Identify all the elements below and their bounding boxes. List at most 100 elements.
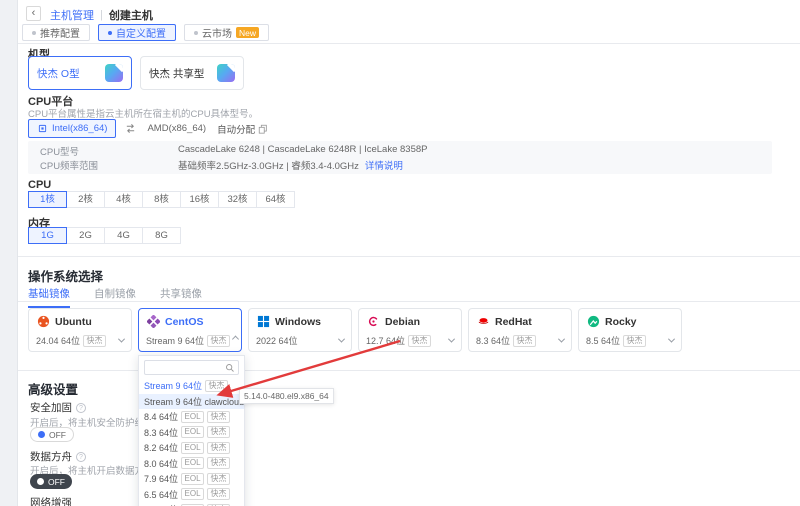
divider (18, 370, 800, 371)
dropdown-item-stream9[interactable]: Stream 9 64位 快杰 (139, 378, 244, 394)
data-ark-label: 数据方舟? (30, 449, 86, 464)
security-hardening-toggle[interactable]: OFF (30, 427, 74, 442)
mem-option-2g[interactable]: 2G (66, 227, 105, 244)
tab-custom-config[interactable]: 自定义配置 (98, 24, 176, 41)
os-version-select[interactable]: 2022 64位 (256, 334, 344, 347)
cpu-platform-desc: CPU平台属性是指云主机所在宿主机的CPU具体型号。 (28, 106, 258, 120)
os-card-ubuntu[interactable]: Ubuntu 24.04 64位 快杰 (28, 308, 132, 352)
tab-custom-image[interactable]: 自制镜像 (94, 286, 136, 308)
os-card-windows[interactable]: Windows 2022 64位 (248, 308, 352, 352)
windows-logo-icon (257, 315, 270, 328)
dropdown-item-8-2[interactable]: 8.2 64位 EOL 快杰 (139, 440, 244, 456)
core-option-2[interactable]: 2核 (66, 191, 105, 208)
chevron-down-icon (668, 336, 675, 343)
rocky-logo-icon (587, 315, 600, 328)
advanced-section-title: 高级设置 (28, 379, 78, 398)
chevron-up-icon (232, 336, 239, 343)
dropdown-item-8-3[interactable]: 8.3 64位 EOL 快杰 (139, 425, 244, 441)
left-gutter (0, 0, 18, 506)
kuaijie-tag: 快杰 (207, 335, 230, 347)
help-icon[interactable]: ? (76, 452, 86, 462)
tab-dot-icon (194, 31, 198, 35)
kuaijie-tag: 快杰 (513, 335, 536, 347)
dropdown-item-8-0[interactable]: 8.0 64位 EOL 快杰 (139, 456, 244, 472)
detail-link[interactable]: 详情说明 (365, 158, 403, 172)
mem-option-4g[interactable]: 4G (104, 227, 143, 244)
os-card-redhat[interactable]: RedHat 8.3 64位 快杰 (468, 308, 572, 352)
toggle-dot-icon (37, 478, 44, 485)
os-version-select[interactable]: Stream 9 64位 快杰 (146, 334, 234, 347)
data-ark-toggle[interactable]: OFF (30, 474, 72, 489)
tab-recommended-config[interactable]: 推荐配置 (22, 24, 90, 41)
os-section-title: 操作系统选择 (28, 266, 103, 285)
os-version-select[interactable]: 8.5 64位 快杰 (586, 334, 674, 347)
os-card-debian[interactable]: Debian 12.7 64位 快杰 (358, 308, 462, 352)
divider (18, 301, 800, 302)
os-version-select[interactable]: 12.7 64位 快杰 (366, 334, 454, 347)
divider (18, 43, 800, 44)
switch-platform-icon (125, 123, 136, 134)
breadcrumb: 主机管理 | 创建主机 (50, 7, 153, 23)
kernel-version-tooltip: 5.14.0-480.el9.x86_64 (239, 388, 334, 404)
core-option-1[interactable]: 1核 (28, 191, 67, 208)
dropdown-item-7-9[interactable]: 7.9 64位 EOL 快杰 (139, 471, 244, 487)
tab-shared-image[interactable]: 共享镜像 (160, 286, 202, 308)
cpu-model-value: CascadeLake 6248 | CascadeLake 6248R | I… (178, 144, 427, 158)
chevron-down-icon (338, 336, 345, 343)
cpu-cores-label: CPU (28, 179, 51, 191)
chevron-down-icon (448, 336, 455, 343)
kuaijie-logo-icon (217, 64, 235, 82)
cpu-chip-icon (37, 123, 48, 134)
dropdown-item-6-4[interactable]: 6.4 64位 EOL 快杰 (139, 502, 244, 506)
dropdown-item-8-4[interactable]: 8.4 64位 EOL 快杰 (139, 409, 244, 425)
os-version-dropdown: Stream 9 64位 快杰 Stream 9 64位 clawcloud 快… (138, 355, 245, 506)
cpu-freq-label: CPU频率范围 (40, 158, 178, 172)
core-option-64[interactable]: 64核 (256, 191, 295, 208)
machine-card-kuaijie-o[interactable]: 快杰 O型 (28, 56, 132, 90)
tab-cloud-market[interactable]: 云市场 New (184, 24, 269, 41)
help-icon[interactable]: ? (76, 403, 86, 413)
chevron-down-icon (118, 336, 125, 343)
os-card-centos[interactable]: CentOS Stream 9 64位 快杰 (138, 308, 242, 352)
dropdown-item-6-5[interactable]: 6.5 64位 EOL 快杰 (139, 487, 244, 503)
mem-option-8g[interactable]: 8G (142, 227, 181, 244)
redhat-logo-icon (477, 315, 490, 328)
auto-assign-link[interactable]: 自动分配 (217, 122, 268, 136)
os-version-select[interactable]: 24.04 64位 快杰 (36, 334, 124, 347)
machine-card-kuaijie-shared[interactable]: 快杰 共享型 (140, 56, 244, 90)
cpu-platform-options: Intel(x86_64) AMD(x86_64) 自动分配 (28, 119, 268, 138)
platform-amd-button[interactable]: AMD(x86_64) (145, 119, 208, 138)
tab-dot-icon (32, 31, 36, 35)
kuaijie-tag: 快杰 (83, 335, 106, 347)
ubuntu-logo-icon (37, 315, 50, 328)
breadcrumb-host-management[interactable]: 主机管理 (50, 7, 94, 23)
back-button[interactable]: ‹ (26, 6, 41, 21)
centos-logo-icon (147, 315, 160, 328)
core-option-32[interactable]: 32核 (218, 191, 257, 208)
page-title: 创建主机 (109, 7, 153, 23)
divider (18, 256, 800, 257)
mem-option-1g[interactable]: 1G (28, 227, 67, 244)
platform-intel-button[interactable]: Intel(x86_64) (28, 119, 116, 138)
search-icon (225, 363, 235, 373)
config-tabbar: 推荐配置 自定义配置 云市场 New (22, 24, 269, 41)
cpu-info-panel: CPU型号 CascadeLake 6248 | CascadeLake 624… (28, 141, 772, 174)
core-option-4[interactable]: 4核 (104, 191, 143, 208)
os-version-select[interactable]: 8.3 64位 快杰 (476, 334, 564, 347)
os-card-rocky[interactable]: Rocky 8.5 64位 快杰 (578, 308, 682, 352)
core-option-16[interactable]: 16核 (180, 191, 219, 208)
kuaijie-tag: 快杰 (408, 335, 431, 347)
new-badge: New (236, 27, 259, 38)
memory-options: 1G 2G 4G 8G (28, 227, 181, 244)
os-image-tabs: 基础镜像 自制镜像 共享镜像 (28, 286, 202, 308)
dropdown-item-stream9-clawcloud[interactable]: Stream 9 64位 clawcloud 快杰 (139, 394, 244, 410)
kuaijie-tag: 快杰 (623, 335, 646, 347)
tab-base-image[interactable]: 基础镜像 (28, 286, 70, 308)
cpu-freq-value: 基础频率2.5GHz-3.0GHz | 睿频3.4-4.0GHz (178, 158, 359, 172)
dropdown-search-input[interactable] (145, 363, 225, 373)
tab-dot-icon (108, 31, 112, 35)
cpu-cores-options: 1核 2核 4核 8核 16核 32核 64核 (28, 191, 295, 208)
dropdown-search[interactable] (144, 360, 239, 375)
core-option-8[interactable]: 8核 (142, 191, 181, 208)
cpu-model-label: CPU型号 (40, 144, 178, 158)
